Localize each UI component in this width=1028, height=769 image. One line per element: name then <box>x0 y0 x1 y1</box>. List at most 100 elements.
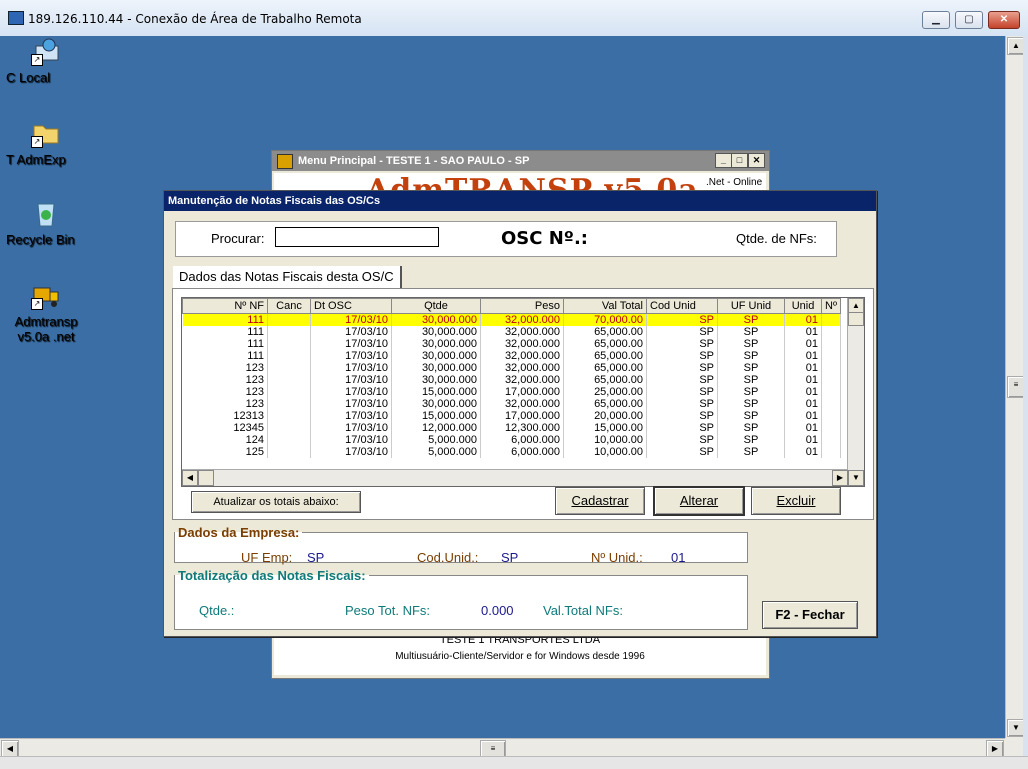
col-header[interactable]: Qtde <box>391 298 481 314</box>
cadastrar-button[interactable]: Cadastrar <box>555 487 645 515</box>
desktop-icon-t-admexp[interactable]: ↗ T AdmExp <box>6 118 86 167</box>
col-header[interactable]: UF Unid <box>717 298 785 314</box>
table-row[interactable]: 12313 17/03/10 15,000.000 17,000.000 20,000.… <box>182 410 841 422</box>
table-cell <box>267 338 311 350</box>
minimize-button[interactable]: ▁ <box>922 11 950 29</box>
table-cell <box>267 422 311 434</box>
close-button[interactable]: ✕ <box>988 11 1020 29</box>
table-cell: 10,000.00 <box>563 446 647 458</box>
table-cell: 15,000.000 <box>391 386 481 398</box>
notas-fiscais-dialog: Manutenção de Notas Fiscais das OS/Cs Pr… <box>163 190 877 637</box>
bg-minimize-button[interactable]: _ <box>715 153 732 168</box>
grid-header-row: Nº NF Canc Dt OSC Qtde Peso Val Total Co… <box>182 298 841 314</box>
table-row[interactable]: 123 17/03/10 30,000.000 32,000.000 65,000.00… <box>182 374 841 386</box>
table-cell: 12313 <box>182 410 268 422</box>
recycle-bin-icon <box>31 198 61 228</box>
table-cell: 01 <box>784 410 822 422</box>
excluir-button[interactable]: Excluir <box>751 487 841 515</box>
table-cell: 124 <box>182 434 268 446</box>
grid-horizontal-scrollbar[interactable]: ◀ ▶ <box>182 469 848 486</box>
table-cell: 6,000.000 <box>480 434 564 446</box>
table-cell: 30,000.000 <box>391 338 481 350</box>
rdp-horizontal-scrollbar[interactable]: ◀ ≡ ▶ <box>0 738 1005 758</box>
desktop-icon-recycle-bin[interactable]: Recycle Bin <box>6 198 86 247</box>
atualizar-totais-button[interactable]: Atualizar os totais abaixo: <box>191 491 361 513</box>
dados-empresa-group: Dados da Empresa: UF Emp: SP Cod.Unid.: … <box>174 525 748 565</box>
table-cell: 12,300.000 <box>480 422 564 434</box>
table-cell: 10,000.00 <box>563 434 647 446</box>
col-header[interactable]: Canc <box>267 298 311 314</box>
table-row[interactable]: 111 17/03/10 30,000.000 32,000.000 65,000.00… <box>182 350 841 362</box>
table-cell: 17/03/10 <box>310 434 392 446</box>
uf-emp-value: SP <box>307 550 325 565</box>
table-cell: SP <box>717 422 785 434</box>
col-header[interactable]: Cod Unid <box>646 298 718 314</box>
fechar-button[interactable]: F2 - Fechar <box>762 601 858 629</box>
table-row[interactable]: 125 17/03/10 5,000.000 6,000.000 10,000.00 SP… <box>182 446 841 458</box>
col-header[interactable]: Unid <box>784 298 822 314</box>
table-cell: 17/03/10 <box>310 410 392 422</box>
scroll-down-icon[interactable]: ▼ <box>848 470 864 486</box>
table-row[interactable]: 12345 17/03/10 12,000.000 12,300.000 15,000.… <box>182 422 841 434</box>
table-cell: SP <box>717 386 785 398</box>
table-cell: SP <box>717 362 785 374</box>
table-row[interactable]: 123 17/03/10 30,000.000 32,000.000 65,000.00… <box>182 398 841 410</box>
table-cell: 32,000.000 <box>480 326 564 338</box>
table-cell <box>267 374 311 386</box>
shortcut-arrow-icon: ↗ <box>31 136 43 148</box>
table-cell: 65,000.00 <box>563 362 647 374</box>
table-cell: 123 <box>182 374 268 386</box>
table-cell: 111 <box>182 326 268 338</box>
table-cell: 111 <box>182 313 268 326</box>
table-cell: 01 <box>784 422 822 434</box>
scroll-thumb[interactable] <box>198 470 214 486</box>
table-row[interactable]: 123 17/03/10 15,000.000 17,000.000 25,000.00… <box>182 386 841 398</box>
col-header[interactable]: Val Total <box>563 298 647 314</box>
search-input[interactable] <box>275 227 439 247</box>
col-header[interactable]: Nº <box>821 298 841 314</box>
net-status: .Net - Online <box>706 177 763 188</box>
table-row[interactable]: 124 17/03/10 5,000.000 6,000.000 10,000.00 SP… <box>182 434 841 446</box>
tab-dados-notas[interactable]: Dados das Notas Fiscais desta OS/C <box>173 266 402 288</box>
totalizacao-legend: Totalização das Notas Fiscais: <box>178 568 366 583</box>
scroll-right-icon[interactable]: ▶ <box>832 470 848 486</box>
shortcut-arrow-icon: ↗ <box>31 54 43 66</box>
bg-close-button[interactable]: ✕ <box>748 153 765 168</box>
maximize-button[interactable]: ▢ <box>955 11 983 29</box>
network-drive-icon: ↗ <box>31 36 61 66</box>
table-row[interactable]: 111 17/03/10 30,000.000 32,000.000 70,000.00… <box>182 313 841 326</box>
col-header[interactable]: Peso <box>480 298 564 314</box>
table-cell: SP <box>646 422 718 434</box>
desktop-icon-label: C Local <box>6 70 51 85</box>
col-header[interactable]: Nº NF <box>182 298 268 314</box>
col-header[interactable]: Dt OSC <box>310 298 392 314</box>
table-cell <box>821 350 841 362</box>
table-cell: SP <box>646 434 718 446</box>
desktop-icon-c-local[interactable]: ↗ C Local <box>6 36 86 85</box>
table-row[interactable]: 111 17/03/10 30,000.000 32,000.000 65,000.00… <box>182 338 841 350</box>
search-label: Procurar: <box>211 231 265 246</box>
scroll-thumb[interactable] <box>848 312 864 326</box>
table-cell: 5,000.000 <box>391 446 481 458</box>
scroll-left-icon[interactable]: ◀ <box>182 470 198 486</box>
rdp-vertical-scrollbar[interactable]: ▲ ≡ ▼ <box>1005 36 1025 738</box>
table-cell: 30,000.000 <box>391 374 481 386</box>
desktop-icon-admtransp[interactable]: ↗ Admtransp v5.0a .net <box>6 280 86 344</box>
table-cell <box>267 410 311 422</box>
table-cell: 17/03/10 <box>310 338 392 350</box>
table-cell <box>821 386 841 398</box>
alterar-button[interactable]: Alterar <box>653 486 745 516</box>
table-cell <box>267 313 311 326</box>
grid-vertical-scrollbar[interactable]: ▲ ▼ <box>847 298 864 486</box>
table-row[interactable]: 123 17/03/10 30,000.000 32,000.000 65,000.00… <box>182 362 841 374</box>
dialog-title-bar: Manutenção de Notas Fiscais das OS/Cs <box>164 191 876 211</box>
num-unid-label: Nº Unid.: <box>591 550 643 565</box>
status-bar <box>0 756 1028 769</box>
table-cell: 6,000.000 <box>480 446 564 458</box>
table-cell <box>821 362 841 374</box>
table-cell: 17/03/10 <box>310 350 392 362</box>
table-cell: 01 <box>784 338 822 350</box>
bg-maximize-button[interactable]: □ <box>731 153 748 168</box>
table-row[interactable]: 111 17/03/10 30,000.000 32,000.000 65,000.00… <box>182 326 841 338</box>
table-cell <box>267 398 311 410</box>
